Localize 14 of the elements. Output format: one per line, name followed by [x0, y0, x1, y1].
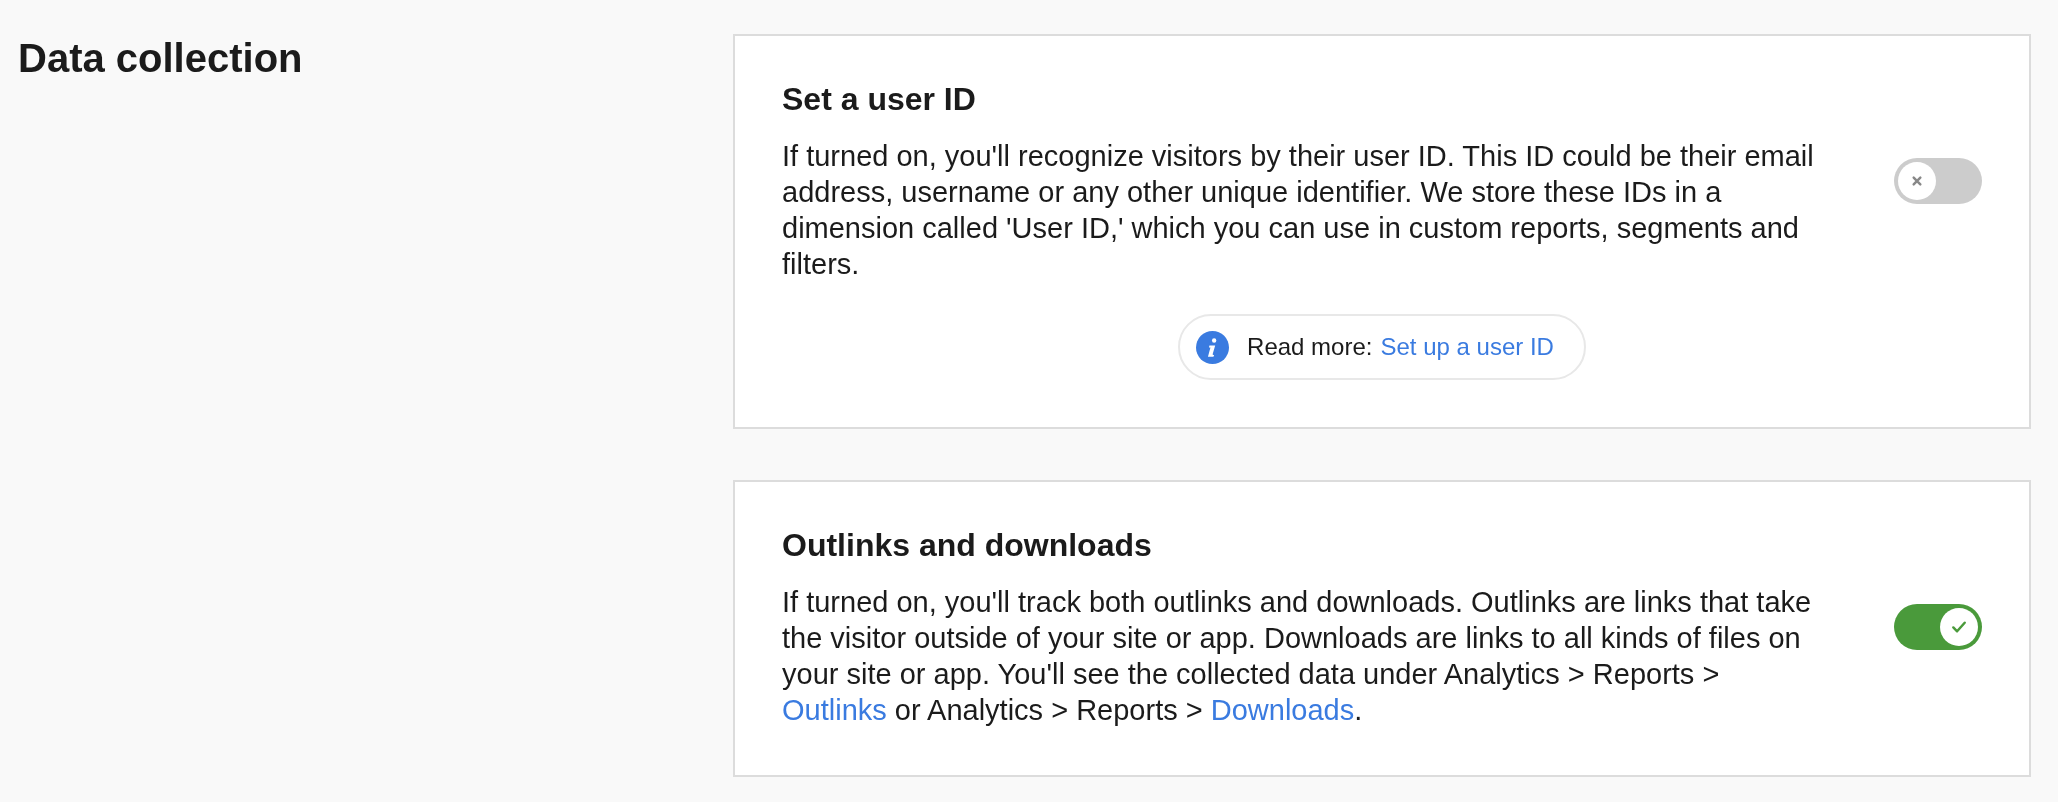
close-icon — [1898, 162, 1936, 200]
card-description: If turned on, you'll recognize visitors by their user ID. This ID could be their email address, username or any other unique identifier. We store these IDs in a dimension called 'User ID,' which you can use in custom reports, segments and filters. — [782, 139, 1815, 282]
inline-link[interactable]: Outlinks — [782, 694, 887, 726]
toggle-switch[interactable] — [1894, 158, 1982, 204]
card-description: If turned on, you'll track both outlinks and downloads. Outlinks are links that take the visitor outside of your site or app. Downloads are links to all kinds of files on your site or app. You'll see the collected data under Analytics > Reports > Outlinks or Analytics > Reports > Downloads. — [782, 585, 1813, 728]
toggle-switch[interactable] — [1894, 604, 1982, 650]
info-icon — [1196, 330, 1230, 364]
section-title: Data collection — [18, 35, 304, 82]
inline-link[interactable]: Downloads — [1210, 694, 1355, 726]
read-more-label: Read more: — [1247, 333, 1373, 361]
card-title: Set a user ID — [782, 80, 977, 118]
read-more-link[interactable]: Set up a user ID — [1380, 333, 1554, 361]
card-title: Outlinks and downloads — [782, 526, 1153, 564]
check-icon — [1940, 608, 1978, 646]
